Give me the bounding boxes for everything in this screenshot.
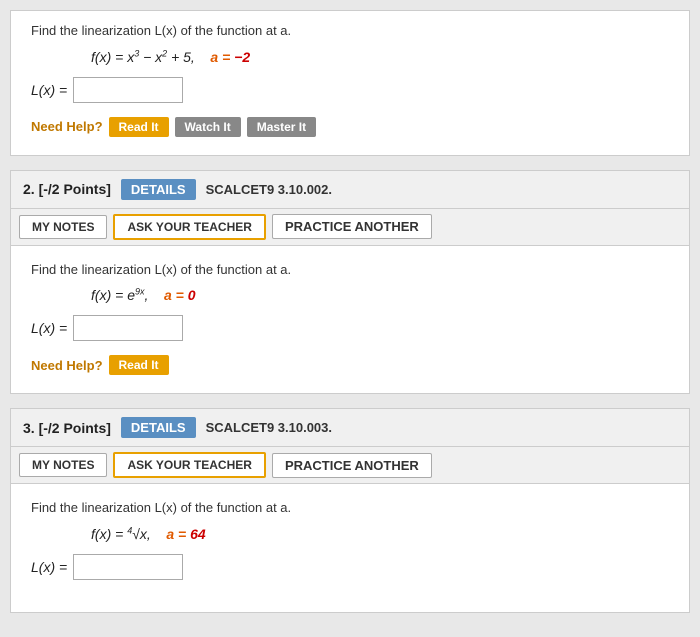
master-it-btn-0[interactable]: Master It <box>247 117 316 137</box>
read-it-btn-0[interactable]: Read It <box>109 117 169 137</box>
instruction-0: Find the linearization L(x) of the funct… <box>31 23 669 38</box>
practice-another-btn-2[interactable]: PRACTICE ANOTHER <box>272 453 432 478</box>
formula-text-1: f(x) = e9x, a = 0 <box>91 287 196 303</box>
need-help-1: Need Help? Read It <box>31 355 669 375</box>
problem-card-2: 3. [-/2 Points] DETAILS SCALCET9 3.10.00… <box>10 408 690 613</box>
ask-teacher-btn-2[interactable]: ASK YOUR TEACHER <box>113 452 265 478</box>
input-row-1: L(x) = <box>31 315 669 341</box>
lx-label-2: L(x) = <box>31 559 67 575</box>
input-row-2: L(x) = <box>31 554 669 580</box>
action-bar-1: MY NOTES ASK YOUR TEACHER PRACTICE ANOTH… <box>11 209 689 246</box>
problem-code-2: SCALCET9 3.10.003. <box>206 420 332 435</box>
my-notes-btn-2[interactable]: MY NOTES <box>19 453 107 477</box>
need-help-0: Need Help? Read It Watch It Master It <box>31 117 669 137</box>
formula-text-2: f(x) = 4√x, a = 64 <box>91 526 206 542</box>
problem-number-1: 2. [-/2 Points] <box>23 181 111 197</box>
problem-body-0: Find the linearization L(x) of the funct… <box>11 11 689 155</box>
formula-0: f(x) = x3 − x2 + 5, a = −2 <box>91 48 669 65</box>
my-notes-btn-1[interactable]: MY NOTES <box>19 215 107 239</box>
answer-input-0[interactable] <box>73 77 183 103</box>
answer-input-1[interactable] <box>73 315 183 341</box>
ask-teacher-btn-1[interactable]: ASK YOUR TEACHER <box>113 214 265 240</box>
formula-1: f(x) = e9x, a = 0 <box>91 287 669 304</box>
details-btn-2[interactable]: DETAILS <box>121 417 196 438</box>
need-help-label-1: Need Help? <box>31 358 103 373</box>
action-bar-2: MY NOTES ASK YOUR TEACHER PRACTICE ANOTH… <box>11 447 689 484</box>
watch-it-btn-0[interactable]: Watch It <box>175 117 241 137</box>
instruction-1: Find the linearization L(x) of the funct… <box>31 262 669 277</box>
problem-number-2: 3. [-/2 Points] <box>23 420 111 436</box>
page-wrapper: Find the linearization L(x) of the funct… <box>0 0 700 637</box>
input-row-0: L(x) = <box>31 77 669 103</box>
formula-2: f(x) = 4√x, a = 64 <box>91 525 669 542</box>
problem-body-2: Find the linearization L(x) of the funct… <box>11 484 689 612</box>
problem-code-1: SCALCET9 3.10.002. <box>206 182 332 197</box>
answer-input-2[interactable] <box>73 554 183 580</box>
lx-label-0: L(x) = <box>31 82 67 98</box>
instruction-2: Find the linearization L(x) of the funct… <box>31 500 669 515</box>
practice-another-btn-1[interactable]: PRACTICE ANOTHER <box>272 214 432 239</box>
problem-card-0: Find the linearization L(x) of the funct… <box>10 10 690 156</box>
need-help-label-0: Need Help? <box>31 119 103 134</box>
formula-text-0: f(x) = x3 − x2 + 5, a = −2 <box>91 49 250 65</box>
problem-body-1: Find the linearization L(x) of the funct… <box>11 246 689 394</box>
problem-card-1: 2. [-/2 Points] DETAILS SCALCET9 3.10.00… <box>10 170 690 395</box>
details-btn-1[interactable]: DETAILS <box>121 179 196 200</box>
top-bar-1: 2. [-/2 Points] DETAILS SCALCET9 3.10.00… <box>11 171 689 209</box>
read-it-btn-1[interactable]: Read It <box>109 355 169 375</box>
lx-label-1: L(x) = <box>31 320 67 336</box>
top-bar-2: 3. [-/2 Points] DETAILS SCALCET9 3.10.00… <box>11 409 689 447</box>
